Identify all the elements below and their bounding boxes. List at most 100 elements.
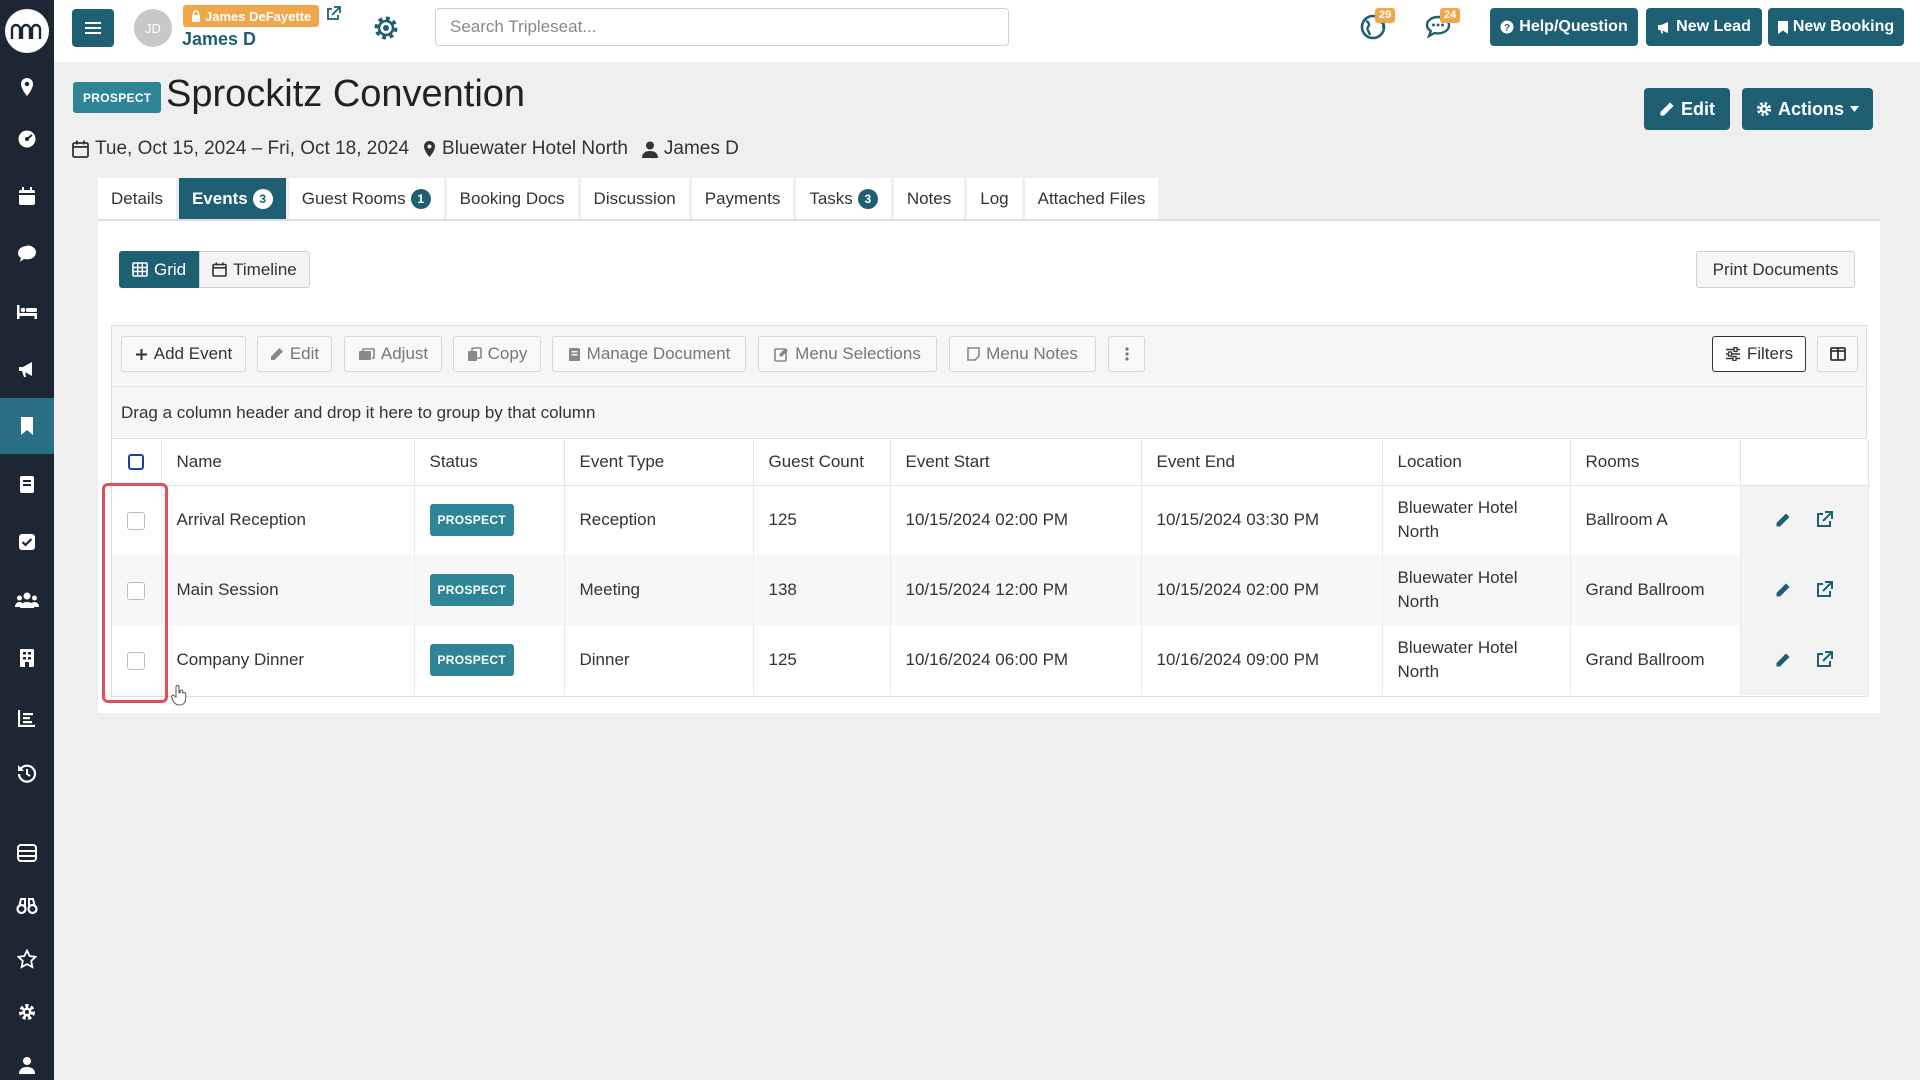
sidebar-item-leads[interactable]	[0, 341, 54, 397]
column-header-guest-count[interactable]: Guest Count	[753, 439, 891, 486]
more-options-button[interactable]	[1108, 336, 1145, 372]
svg-text:?: ?	[1504, 23, 1510, 34]
group-by-dropzone[interactable]: Drag a column header and drop it here to…	[112, 387, 1866, 439]
column-header-actions	[1740, 439, 1869, 486]
bookmark-icon	[21, 417, 33, 435]
pencil-icon[interactable]	[1775, 512, 1791, 528]
sidebar-item-settings[interactable]	[0, 984, 54, 1040]
column-header-event-end[interactable]: Event End	[1141, 439, 1383, 486]
external-link-icon[interactable]	[1815, 581, 1833, 599]
pencil-icon[interactable]	[1775, 652, 1791, 668]
sidebar-item-reports[interactable]	[0, 690, 54, 746]
caret-down-icon	[1850, 106, 1859, 112]
more-vertical-icon	[1124, 347, 1129, 361]
sidebar-item-messages[interactable]	[0, 226, 54, 282]
menu-selections-button[interactable]: Menu Selections	[758, 336, 937, 372]
table-row[interactable]: Arrival Reception PROSPECT Reception 125…	[112, 485, 1869, 555]
tab-events[interactable]: Events 3	[178, 178, 286, 220]
row-checkbox[interactable]	[127, 581, 146, 600]
sidebar-item-history[interactable]	[0, 745, 54, 801]
booking-location: Bluewater Hotel North	[442, 138, 628, 159]
tab-notes[interactable]: Notes	[893, 178, 965, 220]
manage-document-label: Manage Document	[586, 344, 731, 363]
add-event-button[interactable]: Add Event	[121, 336, 246, 372]
select-all-cell	[112, 439, 162, 486]
edit-square-icon	[774, 347, 789, 362]
external-link-icon[interactable]	[1815, 511, 1833, 529]
tab-guest-rooms[interactable]: Guest Rooms 1	[288, 178, 444, 220]
sidebar-item-locations[interactable]	[0, 59, 54, 115]
sidebar-item-favorites[interactable]	[0, 931, 54, 987]
edit-booking-button[interactable]: Edit	[1644, 88, 1730, 130]
tab-details[interactable]: Details	[98, 178, 176, 220]
menu-notes-button[interactable]: Menu Notes	[949, 336, 1096, 372]
sidebar-item-documents[interactable]	[0, 456, 54, 512]
gear-icon[interactable]	[372, 14, 400, 42]
messages-button[interactable]: 24	[1424, 8, 1461, 40]
row-checkbox[interactable]	[127, 651, 146, 670]
manage-document-button[interactable]: Manage Document	[552, 336, 746, 372]
sidebar-item-calendar[interactable]	[0, 168, 54, 224]
impersonation-badge[interactable]: James DeFayette	[183, 5, 320, 27]
pencil-icon	[270, 348, 283, 360]
booking-dates: Tue, Oct 15, 2024 – Fri, Oct 18, 2024	[95, 138, 410, 159]
copy-label: Copy	[487, 344, 528, 363]
event-name[interactable]: Arrival Reception	[161, 485, 415, 555]
column-header-location[interactable]: Location	[1382, 439, 1571, 486]
sidebar-item-bookings[interactable]	[0, 398, 54, 454]
sidebar-item-profile[interactable]	[0, 1037, 54, 1080]
sidebar-item-guest-rooms[interactable]	[0, 284, 54, 340]
event-name[interactable]: Company Dinner	[161, 625, 415, 695]
sidebar-item-tasks[interactable]	[0, 514, 54, 570]
tab-log[interactable]: Log	[967, 178, 1022, 220]
sidebar-item-dashboard[interactable]	[0, 111, 54, 167]
columns-button[interactable]	[1817, 336, 1858, 372]
adjust-label: Adjust	[380, 344, 429, 363]
edit-event-button[interactable]: Edit	[257, 336, 332, 372]
sidebar-item-search[interactable]	[0, 878, 54, 934]
star-icon	[17, 949, 37, 969]
column-header-rooms[interactable]: Rooms	[1570, 439, 1741, 486]
sidebar-item-data[interactable]	[0, 825, 54, 881]
new-booking-button[interactable]: New Booking	[1768, 8, 1904, 46]
adjust-button[interactable]: Adjust	[344, 336, 442, 372]
column-header-event-start[interactable]: Event Start	[890, 439, 1142, 486]
filters-button[interactable]: Filters	[1712, 336, 1806, 372]
table-row[interactable]: Company Dinner PROSPECT Dinner 125 10/16…	[112, 625, 1869, 695]
print-documents-button[interactable]: Print Documents	[1696, 251, 1855, 288]
tripleseat-logo[interactable]	[5, 9, 49, 53]
pencil-icon[interactable]	[1775, 582, 1791, 598]
copy-button[interactable]: Copy	[453, 336, 541, 372]
tab-payments[interactable]: Payments	[691, 178, 794, 220]
user-name[interactable]: James D	[182, 29, 256, 50]
dashboard-icon	[18, 130, 36, 148]
tab-discussion[interactable]: Discussion	[580, 178, 689, 220]
external-link-icon[interactable]	[1815, 651, 1833, 669]
column-header-name[interactable]: Name	[161, 439, 415, 486]
sidebar-item-contacts[interactable]	[0, 572, 54, 628]
new-booking-label: New Booking	[1792, 18, 1895, 35]
status-badge: PROSPECT	[429, 644, 514, 676]
menu-toggle-button[interactable]	[72, 9, 114, 47]
actions-dropdown-button[interactable]: Actions	[1742, 88, 1873, 130]
select-all-checkbox[interactable]	[128, 454, 145, 471]
help-question-button[interactable]: ? Help/Question	[1490, 8, 1638, 46]
row-checkbox[interactable]	[127, 511, 146, 530]
external-link-icon[interactable]	[325, 6, 341, 22]
tab-booking-docs[interactable]: Booking Docs	[446, 178, 578, 220]
table-row[interactable]: Main Session PROSPECT Meeting 138 10/15/…	[112, 555, 1869, 625]
new-lead-button[interactable]: New Lead	[1646, 8, 1762, 46]
column-header-status[interactable]: Status	[414, 439, 565, 486]
event-name[interactable]: Main Session	[161, 555, 415, 625]
event-end: 10/15/2024 03:30 PM	[1141, 485, 1383, 555]
events-table: Name Status Event Type Guest Count Event…	[112, 439, 1869, 695]
tab-attached-files[interactable]: Attached Files	[1024, 178, 1159, 220]
search-input[interactable]	[435, 8, 1009, 46]
column-header-event-type[interactable]: Event Type	[564, 439, 754, 486]
sidebar-item-accounts[interactable]	[0, 630, 54, 686]
tab-tasks[interactable]: Tasks 3	[796, 178, 891, 220]
notifications-button[interactable]: 29	[1359, 8, 1396, 40]
timeline-view-button[interactable]: Timeline	[199, 251, 310, 288]
avatar[interactable]: JD	[134, 9, 172, 47]
grid-view-button[interactable]: Grid	[119, 251, 200, 288]
